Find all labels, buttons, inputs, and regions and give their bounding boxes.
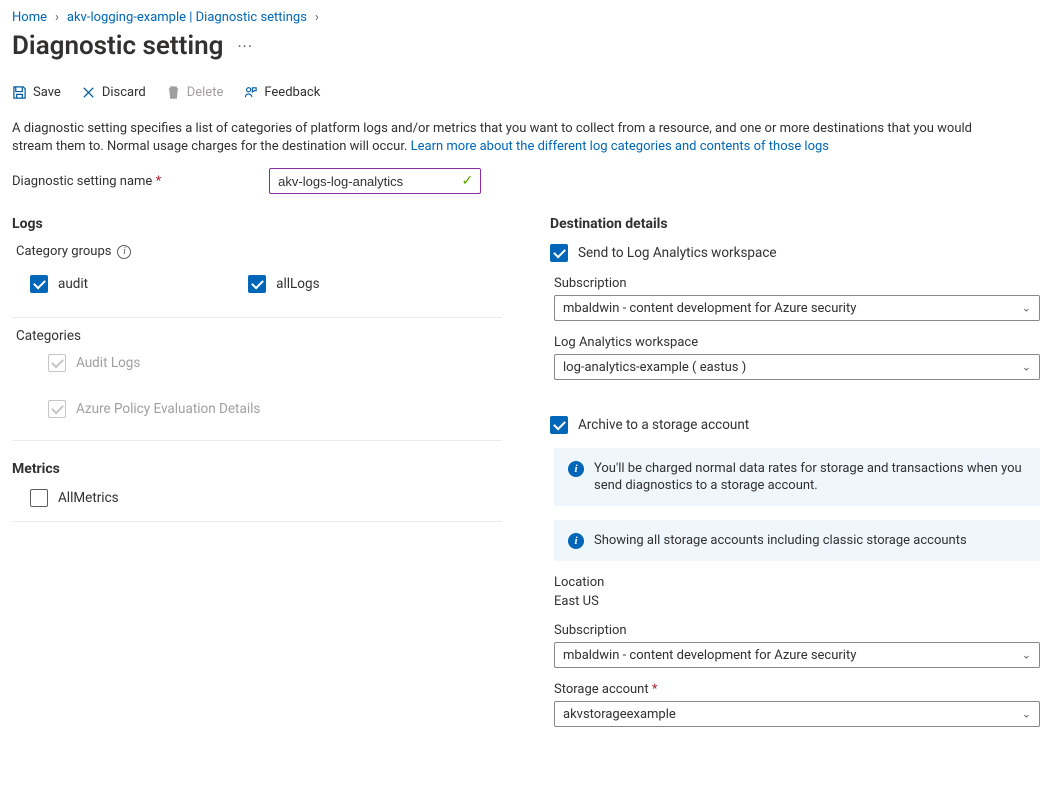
info-banner-charges: i You'll be charged normal data rates fo… [554, 448, 1040, 506]
discard-button[interactable]: Discard [81, 85, 146, 100]
info-icon: i [568, 461, 584, 477]
breadcrumb-home[interactable]: Home [12, 10, 47, 25]
la-workspace-select[interactable]: log-analytics-example ( eastus ) ⌄ [554, 354, 1040, 380]
subscription-select-2[interactable]: mbaldwin - content development for Azure… [554, 642, 1040, 668]
subscription-select[interactable]: mbaldwin - content development for Azure… [554, 295, 1040, 321]
setting-name-input[interactable] [269, 168, 481, 194]
chevron-down-icon: ⌄ [1022, 649, 1031, 662]
subscription-value-2: mbaldwin - content development for Azure… [563, 648, 856, 663]
info-banner-accounts: i Showing all storage accounts including… [554, 520, 1040, 561]
subscription-label-2: Subscription [554, 623, 1040, 638]
breadcrumb-resource[interactable]: akv-logging-example | Diagnostic setting… [67, 10, 307, 25]
trash-icon [166, 85, 181, 100]
audit-logs-label: Audit Logs [76, 355, 140, 371]
validation-check-icon: ✓ [461, 173, 473, 189]
learn-more-link[interactable]: Learn more about the different log categ… [411, 139, 829, 154]
more-actions-button[interactable]: ··· [237, 37, 253, 56]
delete-button: Delete [166, 85, 224, 100]
breadcrumb: Home › akv-logging-example | Diagnostic … [12, 8, 1034, 25]
chevron-down-icon: ⌄ [1022, 361, 1031, 374]
all-logs-label: allLogs [276, 276, 319, 292]
destination-column: Destination details Send to Log Analytic… [550, 212, 1040, 727]
all-logs-checkbox[interactable] [248, 275, 266, 293]
person-feedback-icon [243, 85, 258, 100]
metrics-header: Metrics [12, 461, 502, 477]
subscription-label: Subscription [554, 276, 1040, 291]
setting-name-row: Diagnostic setting name * ✓ [12, 168, 1034, 194]
chevron-down-icon: ⌄ [1022, 302, 1031, 315]
breadcrumb-sep-icon: › [315, 10, 319, 25]
info-icon: i [568, 533, 584, 549]
save-button[interactable]: Save [12, 85, 61, 100]
send-log-analytics-label: Send to Log Analytics workspace [578, 245, 777, 261]
category-groups-label: Category groups [16, 244, 111, 259]
info-icon[interactable]: i [117, 245, 131, 259]
info-text: You'll be charged normal data rates for … [594, 460, 1026, 494]
policy-eval-checkbox [48, 400, 66, 418]
feedback-button[interactable]: Feedback [243, 85, 320, 100]
delete-label: Delete [187, 85, 224, 100]
storage-account-value: akvstorageexample [563, 707, 676, 722]
storage-account-label: Storage account * [554, 682, 1040, 697]
send-log-analytics-checkbox[interactable] [550, 244, 568, 262]
la-workspace-label: Log Analytics workspace [554, 335, 1040, 350]
close-icon [81, 85, 96, 100]
policy-eval-label: Azure Policy Evaluation Details [76, 401, 260, 417]
title-row: Diagnostic setting ··· [12, 31, 1034, 61]
audit-label: audit [58, 276, 88, 292]
all-metrics-checkbox[interactable] [30, 489, 48, 507]
discard-label: Discard [102, 85, 146, 100]
destination-header: Destination details [550, 216, 1040, 232]
logs-column: Logs Category groups i audit allLogs Cat… [12, 212, 502, 727]
setting-name-label: Diagnostic setting name * [12, 174, 161, 189]
location-value: East US [554, 594, 1040, 609]
page-title: Diagnostic setting [12, 31, 223, 61]
chevron-down-icon: ⌄ [1022, 708, 1031, 721]
breadcrumb-sep-icon: › [55, 10, 59, 25]
save-icon [12, 85, 27, 100]
audit-checkbox[interactable] [30, 275, 48, 293]
save-label: Save [33, 85, 61, 100]
description: A diagnostic setting specifies a list of… [12, 120, 1012, 156]
storage-account-select[interactable]: akvstorageexample ⌄ [554, 701, 1040, 727]
subscription-value: mbaldwin - content development for Azure… [563, 301, 856, 316]
audit-logs-checkbox [48, 354, 66, 372]
all-metrics-label: AllMetrics [58, 490, 119, 506]
category-groups-header: Category groups i [16, 244, 502, 259]
location-label: Location [554, 575, 1040, 590]
info-text: Showing all storage accounts including c… [594, 532, 967, 549]
logs-header: Logs [12, 216, 502, 232]
feedback-label: Feedback [264, 85, 320, 100]
toolbar: Save Discard Delete Feedback [12, 79, 1034, 110]
archive-storage-checkbox[interactable] [550, 416, 568, 434]
la-workspace-value: log-analytics-example ( eastus ) [563, 360, 746, 375]
categories-label: Categories [16, 328, 502, 344]
archive-storage-label: Archive to a storage account [578, 417, 749, 433]
